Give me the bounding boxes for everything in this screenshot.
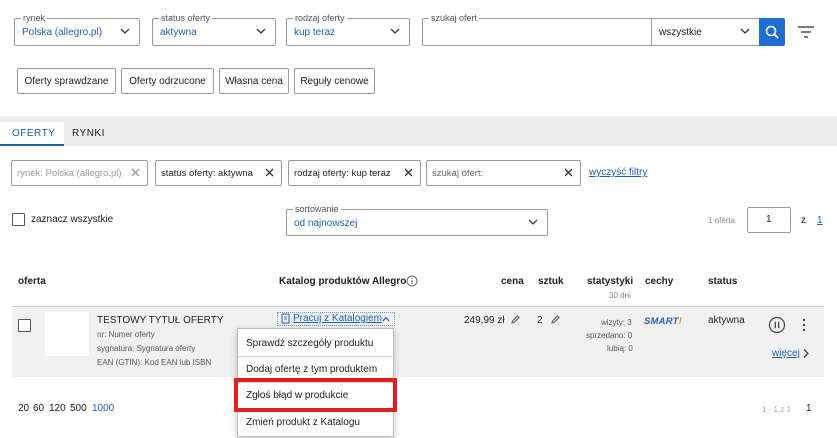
chip-search: szukaj ofert: bbox=[426, 160, 581, 186]
pause-icon[interactable] bbox=[768, 316, 786, 334]
own-price-button[interactable]: Własna cena bbox=[219, 68, 289, 94]
rejected-offers-button[interactable]: Oferty odrzucone bbox=[121, 68, 214, 94]
offer-thumbnail[interactable] bbox=[45, 312, 89, 356]
checked-offers-button[interactable]: Oferty sprawdzane bbox=[17, 68, 116, 94]
chip-market: rynek: Polska (allegro.pl) bbox=[11, 160, 148, 186]
chip-market-label: rynek: Polska (allegro.pl) bbox=[17, 167, 122, 179]
price-rules-button[interactable]: Reguły cenowe bbox=[294, 68, 375, 94]
col-price: cena bbox=[501, 276, 524, 287]
close-icon[interactable] bbox=[264, 167, 275, 178]
search-field[interactable]: szukaj ofert bbox=[422, 12, 652, 46]
search-field-label: szukaj ofert bbox=[429, 12, 480, 24]
offer-status: aktywna bbox=[708, 315, 745, 326]
chevron-down-icon bbox=[528, 219, 538, 225]
row-checkbox[interactable] bbox=[18, 319, 31, 332]
page-of-label: z bbox=[801, 215, 806, 226]
highlight-box bbox=[234, 378, 397, 412]
page-input-value: 1 bbox=[766, 214, 772, 225]
offer-title[interactable]: TESTOWY TYTUŁ OFERTY bbox=[97, 315, 224, 326]
type-select-value: kup teraz bbox=[294, 27, 336, 38]
status-select-value: aktywna bbox=[160, 27, 197, 38]
chip-type: rodzaj oferty: kup teraz bbox=[288, 160, 421, 186]
stat-sold: sprzedano: 0 bbox=[586, 331, 633, 340]
sort-select-label: sortowanie bbox=[293, 203, 341, 215]
search-icon bbox=[765, 25, 779, 39]
smart-badge-text: SMART! bbox=[644, 316, 682, 327]
stat-visits: wizyty: 3 bbox=[601, 318, 632, 327]
page-size-500[interactable]: 500 bbox=[70, 403, 87, 414]
tab-markets[interactable]: RYNKI bbox=[72, 128, 105, 139]
search-scope-select[interactable]: wszystkie bbox=[651, 18, 760, 46]
close-icon[interactable] bbox=[130, 167, 141, 178]
chip-search-label: szukaj ofert: bbox=[432, 167, 484, 179]
search-scope-value: wszystkie bbox=[659, 27, 702, 38]
stat-likes: lubią: 0 bbox=[607, 344, 633, 353]
range-label: 1 - 1 z 1 bbox=[762, 405, 791, 414]
col-qty: sztuk bbox=[538, 276, 564, 287]
search-button[interactable] bbox=[759, 18, 785, 46]
chevron-down-icon bbox=[256, 28, 266, 34]
market-select-label: rynek bbox=[21, 12, 48, 24]
chevron-down-icon bbox=[740, 28, 750, 34]
info-icon[interactable] bbox=[406, 275, 418, 287]
offer-signature: sygnatura: Sygnatura oferty bbox=[97, 344, 196, 353]
status-select-label: status oferty bbox=[159, 12, 213, 24]
more-options-icon[interactable] bbox=[800, 318, 808, 332]
smart-badge: SMART! bbox=[644, 316, 682, 327]
edit-qty-icon[interactable] bbox=[550, 314, 561, 325]
select-all-label: zaznacz wszystkie bbox=[31, 214, 114, 225]
chip-type-label: rodzaj oferty: kup teraz bbox=[294, 167, 391, 179]
status-select[interactable]: status oferty aktywna bbox=[152, 12, 276, 46]
current-page: 1 bbox=[806, 403, 812, 414]
col-features: cechy bbox=[645, 276, 674, 287]
offer-count: 1 oferta bbox=[708, 216, 736, 225]
clear-filters-link[interactable]: wyczyść filtry bbox=[589, 167, 647, 178]
offer-qty: 2 bbox=[537, 315, 543, 326]
chip-status: status oferty: aktywna bbox=[155, 160, 282, 186]
col-catalog: Katalog produktów Allegro bbox=[279, 276, 407, 287]
tab-offers-label: OFERTY bbox=[12, 128, 56, 139]
page-size-120[interactable]: 120 bbox=[49, 403, 66, 414]
menu-item-change-product[interactable]: Zmień produkt z Katalogu bbox=[238, 409, 394, 435]
more-link[interactable]: więcej bbox=[772, 348, 800, 359]
catalog-link: Pracuj z Katalogiem bbox=[293, 313, 382, 324]
type-select[interactable]: rodzaj oferty kup teraz bbox=[286, 12, 410, 46]
close-icon[interactable] bbox=[403, 167, 414, 178]
offers-panel bbox=[0, 146, 837, 438]
page-size-20[interactable]: 20 bbox=[18, 403, 29, 414]
offer-nr: nr: Numer oferty bbox=[97, 330, 155, 339]
smart-bang-icon: ! bbox=[678, 316, 682, 327]
offer-ean: EAN (GTIN): Kod EAN lub ISBN bbox=[97, 358, 212, 367]
close-icon[interactable] bbox=[563, 167, 574, 178]
col-offer: oferta bbox=[18, 276, 46, 287]
chevron-up-icon bbox=[382, 316, 390, 322]
market-select[interactable]: rynek Polska (allegro.pl) bbox=[14, 12, 140, 46]
chevron-right-icon bbox=[803, 349, 809, 358]
chevron-down-icon bbox=[120, 28, 130, 34]
edit-price-icon[interactable] bbox=[510, 314, 521, 325]
sort-select-value: od najnowszej bbox=[294, 218, 358, 229]
col-stats: statystyki bbox=[587, 276, 634, 287]
offer-price: 249,99 zł bbox=[464, 315, 505, 326]
select-all-checkbox[interactable] bbox=[12, 213, 25, 226]
type-select-label: rodzaj oferty bbox=[293, 12, 347, 24]
tab-bar bbox=[0, 116, 837, 146]
market-select-value: Polska (allegro.pl) bbox=[22, 27, 103, 38]
col-status: status bbox=[708, 276, 738, 287]
page-size-60[interactable]: 60 bbox=[33, 403, 44, 414]
page-size-1000[interactable]: 1000 bbox=[92, 403, 114, 414]
filter-list-icon[interactable] bbox=[797, 25, 815, 39]
total-pages-link[interactable]: 1 bbox=[817, 215, 823, 226]
chevron-down-icon bbox=[390, 28, 400, 34]
chip-status-label: status oferty: aktywna bbox=[161, 167, 253, 179]
menu-item-check-product[interactable]: Sprawdź szczegóły produktu bbox=[238, 331, 394, 357]
col-stats-sub: 30 dni bbox=[609, 291, 631, 300]
catalog-book-icon bbox=[281, 313, 290, 324]
sort-select[interactable]: sortowanie od najnowszej bbox=[286, 203, 548, 236]
